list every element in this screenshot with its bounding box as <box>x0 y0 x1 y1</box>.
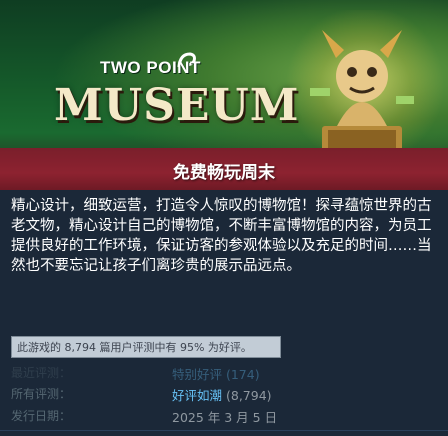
all-reviews-label: 所有评测： <box>11 387 72 401</box>
all-reviews-value[interactable]: 好评如潮 (8,794) <box>172 385 272 404</box>
promo-text: 免费畅玩周末 <box>173 163 275 183</box>
review-summary-tooltip: 此游戏的 8,794 篇用户评测中有 95% 为好评。 <box>11 336 281 358</box>
statue-illustration <box>302 30 422 167</box>
recent-reviews-label: 最近评测： <box>11 366 72 380</box>
all-reviews-count: (8,794) <box>226 388 272 403</box>
steam-game-tooltip: TWO POINT MUSEUM 免费畅玩周末 精心设计，细致运营，打造令人惊叹… <box>0 0 448 436</box>
divider <box>0 430 448 431</box>
release-date-value: 2025 年 3 月 5 日 <box>172 410 278 425</box>
recent-reviews-value[interactable]: 特别好评 (174) <box>172 364 260 383</box>
all-reviews-summary: 好评如潮 <box>172 388 223 403</box>
release-date-label: 发行日期： <box>11 409 72 423</box>
header-capsule-image[interactable]: TWO POINT MUSEUM 免费畅玩周末 <box>0 0 448 190</box>
brand-large-text: MUSEUM <box>54 80 300 131</box>
brand-small-text: TWO POINT <box>100 58 201 77</box>
game-description: 精心设计，细致运营，打造令人惊叹的博物馆！探寻蕴惊世界的古老文物，精心设计自己的… <box>11 198 432 274</box>
